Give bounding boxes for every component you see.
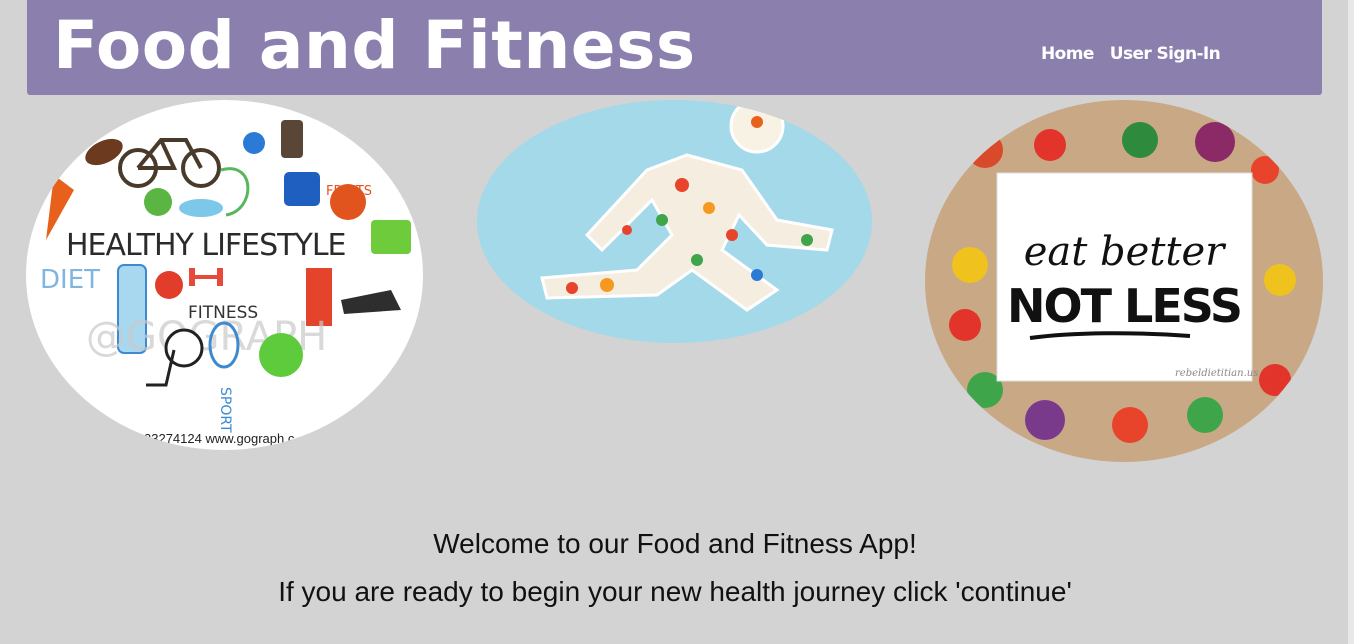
cup-icon: [371, 220, 411, 254]
sign-card: [996, 172, 1253, 382]
eat-better-image: eat better NOT LESS rebeldietitian.us: [925, 100, 1323, 462]
welcome-instructions: If you are ready to begin your new healt…: [278, 576, 1072, 607]
sign-line-2: NOT LESS: [1007, 279, 1241, 333]
main-nav: Home User Sign-In: [1041, 44, 1221, 64]
roller-skate-icon: [284, 172, 320, 206]
sign-line-1: eat better: [1024, 229, 1227, 275]
nav-link-home[interactable]: Home: [1041, 44, 1094, 64]
collage-sport-label: SPORT: [217, 387, 233, 433]
sign-credit: rebeldietitian.us: [1175, 368, 1258, 379]
ball-icon: [243, 132, 265, 154]
site-title: Food and Fitness: [53, 7, 696, 84]
collage-diet-label: DIET: [40, 265, 100, 295]
apple-icon: [155, 271, 183, 299]
site-header: Food and Fitness Home User Sign-In: [27, 0, 1322, 95]
nav-link-user-sign-in[interactable]: User Sign-In: [1110, 44, 1221, 64]
running-figure-image: [477, 100, 872, 343]
collage-footer-text: 33274124 www.gograph.c: [144, 431, 295, 446]
music-player-icon: [281, 120, 303, 158]
welcome-heading: Welcome to our Food and Fitness App!: [433, 528, 917, 559]
collage-heading: HEALTHY LIFESTYLE: [66, 228, 346, 263]
fish-icon: [179, 199, 223, 217]
healthy-lifestyle-image: HEALTHY LIFESTYLE FRUITS DIET FITNESS @G…: [26, 100, 423, 450]
scale-icon: [259, 333, 303, 377]
collage-fruits-label: FRUITS: [326, 184, 372, 199]
broccoli-icon: [144, 188, 172, 216]
welcome-section: Welcome to our Food and Fitness App! If …: [0, 520, 1350, 616]
